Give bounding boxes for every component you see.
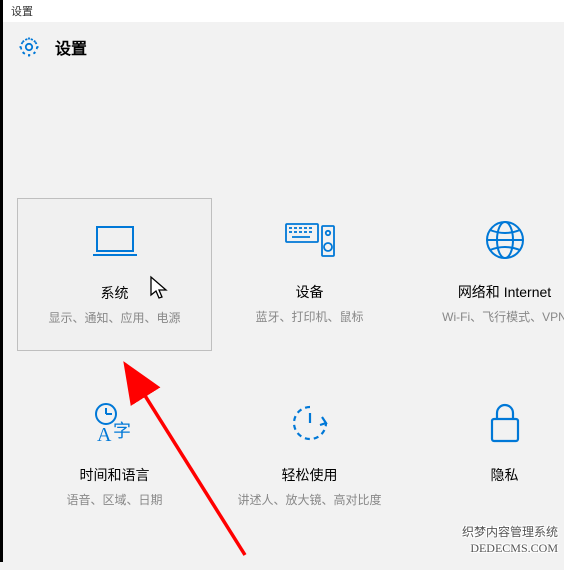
watermark-line2: DEDECMS.COM: [462, 540, 558, 556]
devices-icon: [284, 216, 336, 264]
tile-title: 系统: [101, 283, 129, 303]
titlebar: 设置: [3, 0, 564, 22]
tile-network[interactable]: 网络和 Internet Wi-Fi、飞行模式、VPN: [407, 198, 564, 351]
svg-text:A: A: [97, 424, 112, 445]
watermark-line1: 织梦内容管理系统: [462, 524, 558, 540]
tile-title: 时间和语言: [80, 465, 150, 485]
tile-desc: Wi-Fi、飞行模式、VPN: [442, 308, 564, 327]
gear-icon: [17, 35, 41, 59]
tile-time-language[interactable]: A 字 时间和语言 语音、区域、日期: [17, 381, 212, 532]
tile-desc: 语音、区域、日期: [66, 491, 162, 510]
display-icon: [91, 217, 139, 265]
tile-title: 网络和 Internet: [458, 282, 551, 302]
tile-title: 轻松使用: [282, 465, 338, 485]
tile-devices[interactable]: 设备 蓝牙、打印机、鼠标: [212, 198, 407, 351]
tile-desc: 蓝牙、打印机、鼠标: [255, 308, 363, 327]
tile-title: 隐私: [491, 465, 519, 485]
tile-ease-of-access[interactable]: 轻松使用 讲述人、放大镜、高对比度: [212, 381, 407, 532]
tile-desc: 讲述人、放大镜、高对比度: [237, 491, 381, 510]
time-language-icon: A 字: [91, 399, 139, 447]
ease-of-access-icon: [288, 399, 332, 447]
watermark: 织梦内容管理系统 DEDECMS.COM: [462, 524, 558, 556]
tile-title: 设备: [296, 282, 324, 302]
lock-icon: [487, 399, 523, 447]
page-title: 设置: [55, 35, 87, 59]
svg-text:字: 字: [113, 421, 131, 441]
window-title: 设置: [11, 3, 33, 19]
settings-grid: 系统 显示、通知、应用、电源 设备 蓝牙、打印机、鼠标: [3, 72, 564, 532]
header: 设置: [3, 22, 564, 72]
tile-desc: 显示、通知、应用、电源: [48, 309, 180, 328]
globe-icon: [483, 216, 527, 264]
tile-system[interactable]: 系统 显示、通知、应用、电源: [17, 198, 212, 351]
tile-privacy[interactable]: 隐私: [407, 381, 564, 532]
